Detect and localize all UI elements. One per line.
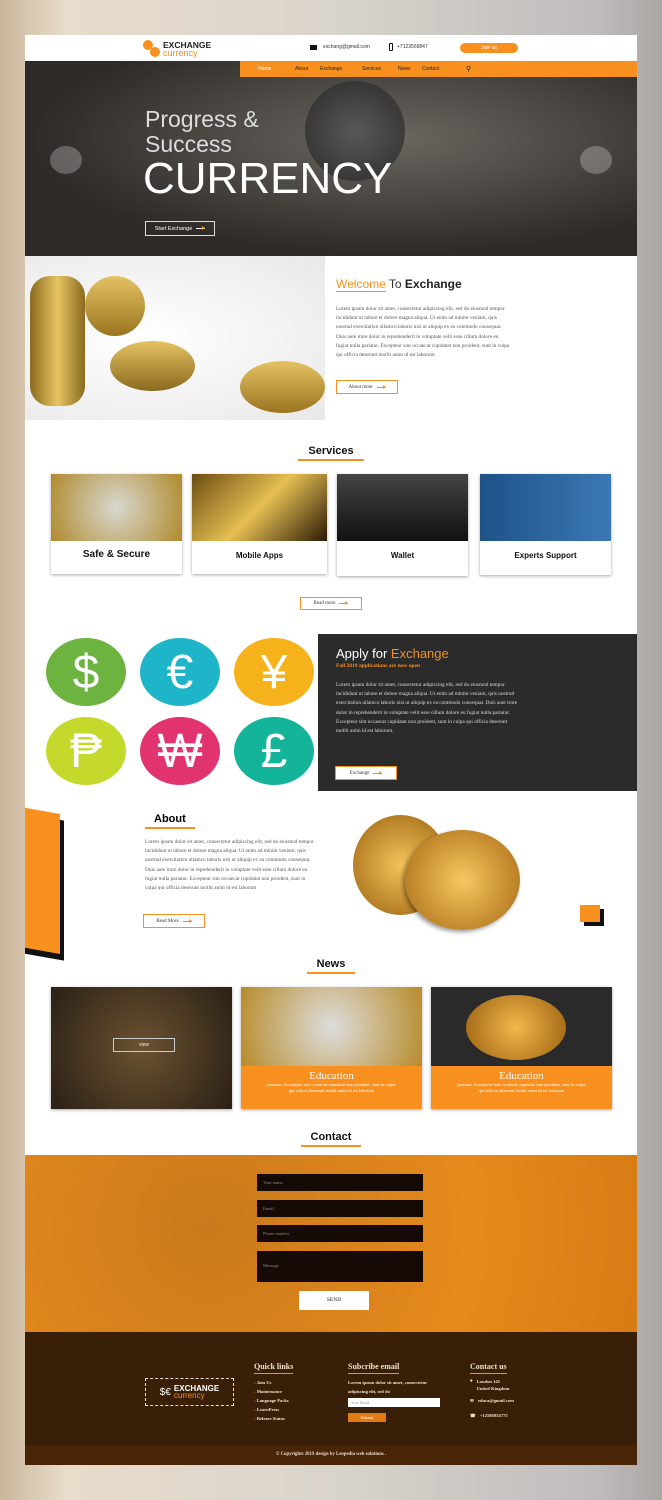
service-card-experts[interactable]: Experts Support (480, 474, 611, 575)
location-icon: ⌖ (470, 1378, 473, 1383)
send-button[interactable]: SEND (299, 1291, 369, 1310)
about-read-more-button[interactable]: Read More (143, 914, 205, 928)
address-line-1: London 145 (476, 1379, 500, 1384)
nav-home[interactable]: Home (258, 66, 295, 72)
read-more-button[interactable]: Read more (300, 597, 362, 610)
header-email[interactable]: exchang@gmail.com (323, 44, 370, 50)
address-line-2: United Kingdom (476, 1386, 510, 1391)
email-input[interactable]: Email (257, 1200, 423, 1217)
bitcoin-coin-image (405, 830, 520, 930)
arrow-icon (373, 770, 383, 775)
hero-line-1: Progress & (145, 106, 259, 132)
logo-text-bottom: currency (163, 47, 198, 58)
apply-title: Apply for Exchange (336, 646, 449, 661)
pound-icon: £ (234, 717, 314, 785)
about-text: Lorem ipsum dolor sit amet, consectetur … (145, 839, 314, 892)
welcome-title: Welcome To Exchange (336, 277, 462, 292)
gold-coins-image (25, 256, 325, 420)
hero-title: CURRENCY (143, 154, 393, 203)
dollar-icon: $ (46, 638, 126, 706)
arrow-icon (339, 601, 349, 605)
contact-section: Your name Email Phone number Message SEN… (25, 1155, 637, 1332)
about-more-button[interactable]: About more (336, 380, 398, 394)
logo-coins-icon: $€ (159, 1386, 171, 1398)
footer-logo: $€ EXCHANGE currency (145, 1378, 234, 1406)
submit-button[interactable]: Submit (348, 1413, 386, 1422)
apply-panel: Apply for Exchange Fall 2019 application… (318, 634, 637, 791)
start-exchange-label: Start Exchange (154, 225, 193, 232)
nav-services[interactable]: Services (362, 66, 398, 72)
phone-input[interactable]: Phone number (257, 1225, 423, 1242)
service-card-wallet[interactable]: Wallet (337, 474, 468, 576)
news-card-title: Education (309, 1070, 354, 1082)
view-button[interactable]: view (113, 1038, 175, 1052)
phone-icon (389, 43, 393, 51)
nav-about[interactable]: About (295, 66, 320, 72)
peso-icon: ₱ (46, 717, 126, 785)
decor-square (580, 905, 600, 922)
decor-shape (25, 806, 60, 954)
euro-icon: € (140, 638, 220, 706)
news-card[interactable]: view (51, 987, 232, 1109)
footer: $€ EXCHANGE currency Quick links › Join U… (25, 1332, 637, 1445)
footer-phone: +12586954775 (479, 1413, 508, 1418)
news-card-title: Education (499, 1070, 544, 1082)
contact-us-title: Contact us (470, 1362, 507, 1374)
search-icon[interactable]: ⚲ (466, 65, 471, 73)
name-input[interactable]: Your name (257, 1174, 423, 1191)
start-exchange-button[interactable]: Start Exchange (145, 221, 215, 236)
subscribe-email-input[interactable]: Your Email (348, 1398, 440, 1407)
mail-icon (310, 45, 317, 50)
subscribe-text: Lorem ipsum dolor sit amet, consectetur … (348, 1380, 428, 1394)
arrow-icon (196, 226, 206, 230)
hero: Progress & Success CURRENCY Start Exchan… (25, 61, 637, 256)
service-card-mobile[interactable]: Mobile Apps (192, 474, 327, 574)
news-title: News (25, 958, 637, 974)
news-card[interactable]: Education pariatur. Excepteur sint occaec… (431, 987, 612, 1109)
nav-contact[interactable]: Contact (422, 66, 466, 72)
nav-bar: Home About Exchange Services News Contac… (240, 61, 637, 77)
news-card[interactable]: Education pariatur. Excepteur sint occaec… (241, 987, 422, 1109)
copyright: © Copyrights 2019 design by Leopedia web… (25, 1445, 637, 1465)
footer-link-maintenance[interactable]: › Maintenance (254, 1387, 293, 1396)
yen-icon: ¥ (234, 638, 314, 706)
news-card-text: pariatur. Excepteur sint occaecat cupida… (457, 1082, 586, 1093)
welcome-text: Lorem ipsum dolor sit amet, consectetur … (336, 306, 510, 359)
header-phone: +7123569847 (397, 44, 428, 50)
quick-links-title: Quick links (254, 1362, 294, 1374)
service-card-safe[interactable]: Safe & Secure (51, 474, 182, 574)
mail-icon: ✉ (470, 1398, 474, 1403)
nav-exchange[interactable]: Exchange (320, 66, 362, 72)
footer-link-release[interactable]: › Release Status (254, 1414, 293, 1423)
message-input[interactable]: Message (257, 1251, 423, 1282)
footer-link-join[interactable]: › Join Us (254, 1378, 293, 1387)
contact-title: Contact (25, 1131, 637, 1147)
logo-coins-icon (143, 40, 160, 57)
nav-news[interactable]: News (398, 66, 422, 72)
footer-link-learnpress[interactable]: › LearnPress (254, 1405, 293, 1414)
slider-prev-button[interactable] (50, 146, 82, 174)
won-icon: ₩ (140, 717, 220, 785)
phone-icon: ☎ (470, 1413, 476, 1418)
page: EXCHANGE currency exchang@gmail.com +7123… (25, 35, 637, 1465)
logo[interactable]: EXCHANGE currency (143, 40, 211, 57)
apply-text: Lorem ipsum dolor sit amet, consectetur … (336, 682, 518, 735)
footer-email[interactable]: educa@gmail.com (478, 1398, 514, 1404)
arrow-icon (376, 384, 386, 389)
slider-next-button[interactable] (580, 146, 612, 174)
news-card-text: pariatur. Excepteur sint occaecat cupida… (267, 1082, 396, 1093)
about-title: About (145, 813, 195, 829)
arrow-icon (182, 918, 192, 923)
footer-link-language[interactable]: › Language Packs (254, 1396, 293, 1405)
subscribe-title: Subcribe email (348, 1362, 400, 1374)
apply-subtitle: Fall 2019 applications are now open (336, 663, 421, 669)
exchange-button[interactable]: Exchange (335, 766, 397, 780)
join-button[interactable]: Join us (460, 43, 518, 53)
services-title: Services (25, 445, 637, 461)
